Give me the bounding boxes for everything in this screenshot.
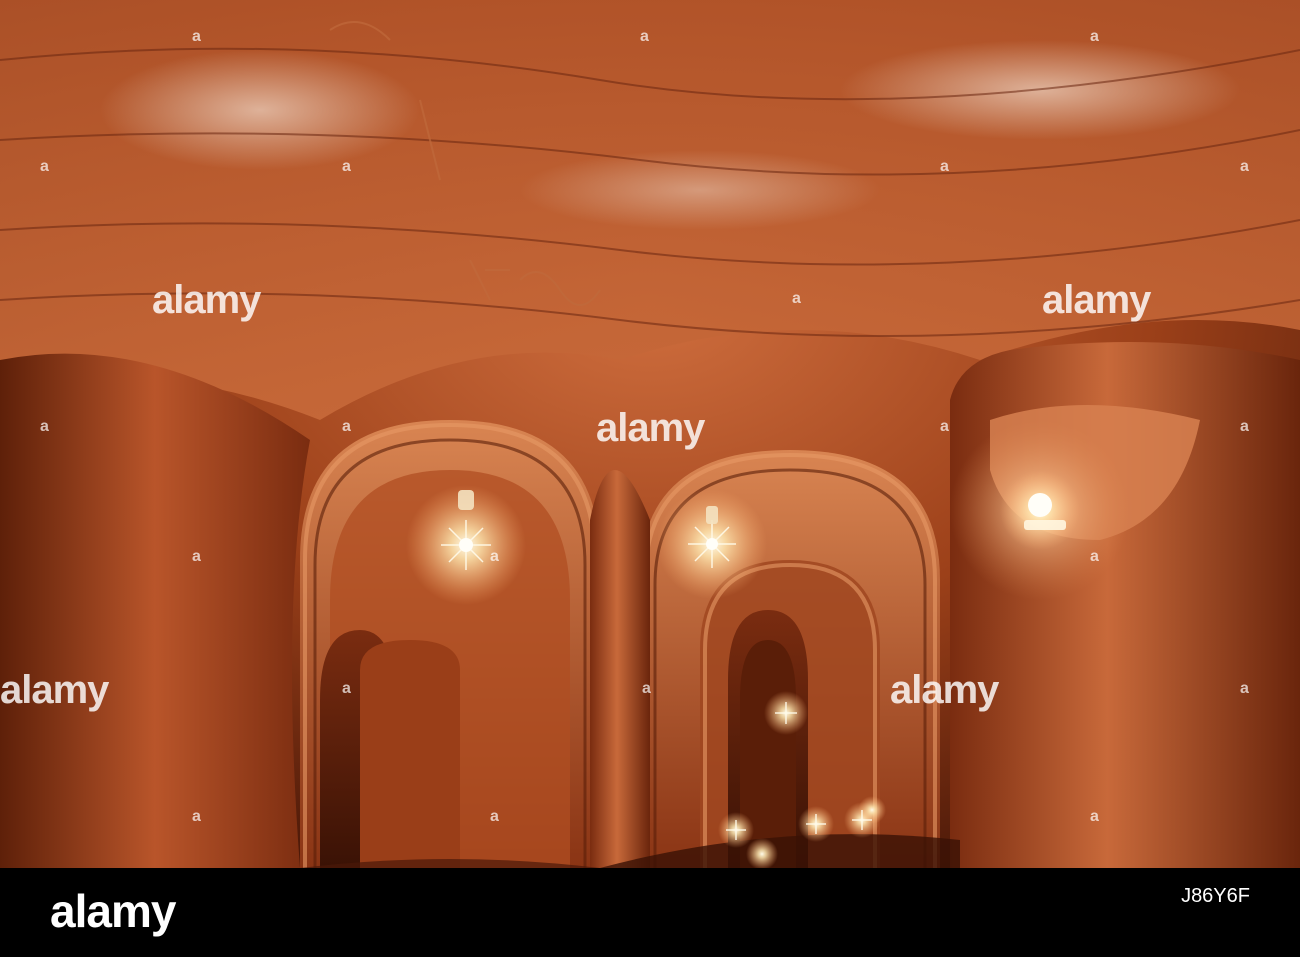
watermark-mark: a	[792, 290, 801, 307]
image-id-label: J86Y6F	[1181, 885, 1250, 907]
watermark-mark: a	[40, 158, 49, 175]
watermark-logo: alamy	[152, 278, 261, 322]
watermark-mark: a	[940, 418, 949, 435]
watermark-logo: alamy	[0, 668, 109, 712]
watermark-mark: a	[342, 158, 351, 175]
watermark-mark: a	[192, 28, 201, 45]
watermark-mark: a	[640, 28, 649, 45]
watermark-mark: a	[642, 680, 651, 697]
watermark-mark: a	[1240, 680, 1249, 697]
watermark-logo: alamy	[596, 406, 705, 450]
watermark-mark: a	[342, 680, 351, 697]
watermark-mark: a	[192, 548, 201, 565]
watermark-mark: a	[192, 808, 201, 825]
watermark-mark: a	[1090, 28, 1099, 45]
watermark-mark: a	[1090, 808, 1099, 825]
watermark-mark: a	[490, 808, 499, 825]
watermark-mark: a	[490, 548, 499, 565]
watermark-mark: a	[40, 418, 49, 435]
watermark-mark: a	[1240, 158, 1249, 175]
stock-photo-preview: alamy alamy alamy alamy alamy a a a a a …	[0, 0, 1300, 957]
watermark-logo: alamy	[1042, 278, 1151, 322]
watermark-mark: a	[1090, 548, 1099, 565]
watermark-mark: a	[1240, 418, 1249, 435]
watermark-logo: alamy	[890, 668, 999, 712]
watermark-mark: a	[940, 158, 949, 175]
footer-brand-logo: alamy	[50, 885, 176, 937]
watermark-mark: a	[342, 418, 351, 435]
footer-bar: alamy	[0, 868, 1300, 957]
